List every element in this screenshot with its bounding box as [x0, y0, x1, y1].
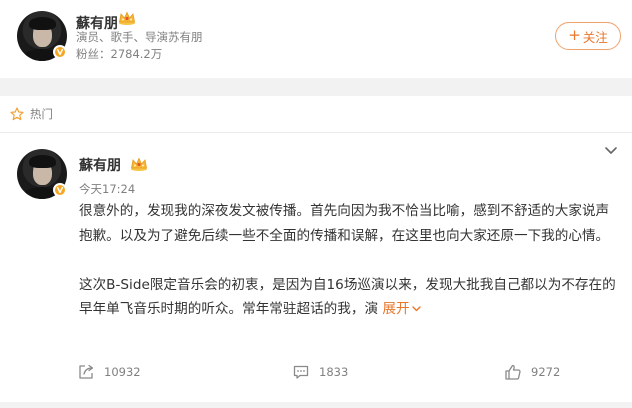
verified-badge-icon	[53, 183, 67, 197]
comment-count: 1833	[319, 365, 349, 379]
expand-link-label: 展开	[382, 301, 410, 317]
vip-crown-icon	[119, 11, 135, 25]
chevron-down-icon	[411, 306, 421, 312]
verified-badge-icon	[53, 45, 67, 59]
like-button[interactable]: 9272	[504, 363, 560, 381]
post-content: 很意外的，发现我的深夜发文被传播。首先向因为我不恰当比喻，感到不舒适的大家说声抱…	[79, 199, 619, 322]
follow-button-label: 关注	[582, 29, 608, 45]
thumb-up-icon	[505, 364, 521, 380]
vip-crown-icon	[131, 157, 147, 171]
share-icon	[79, 364, 94, 379]
like-count: 9272	[531, 365, 561, 379]
hot-tag: 热门	[10, 106, 53, 122]
post-paragraph: 很意外的，发现我的深夜发文被传播。首先向因为我不恰当比喻，感到不舒适的大家说声抱…	[79, 203, 610, 244]
comment-icon	[293, 365, 309, 379]
profile-fans-count: 粉丝：2784.2万	[76, 47, 163, 61]
section-divider	[0, 132, 632, 133]
post-card: 热门 蘇有朋 今天17:24 很意外的，发现我的深夜发文被传播。首先向因为我不恰…	[0, 96, 632, 402]
post-timestamp[interactable]: 今天17:24	[79, 181, 135, 197]
post-action-bar: 10932 1833 9272	[0, 357, 632, 389]
profile-description: 演员、歌手、导演苏有朋	[76, 30, 203, 44]
hot-label: 热门	[30, 107, 53, 121]
post-author-name[interactable]: 蘇有朋	[79, 155, 121, 175]
comment-button[interactable]: 1833	[292, 363, 348, 381]
share-button[interactable]: 10932	[77, 363, 141, 381]
expand-link[interactable]: 展开	[382, 301, 421, 317]
post-paragraph-text: 这次B-Side限定音乐会的初衷，是因为自16场巡演以来，发现大批我自己都以为不…	[79, 276, 616, 318]
share-count: 10932	[104, 365, 141, 379]
profile-card: 蘇有朋 演员、歌手、导演苏有朋 粉丝：2784.2万 + 关注	[0, 0, 632, 78]
star-hot-icon	[10, 107, 24, 121]
follow-button[interactable]: + 关注	[555, 22, 621, 50]
chevron-down-icon[interactable]	[603, 142, 619, 158]
post-paragraph: 这次B-Side限定音乐会的初衷，是因为自16场巡演以来，发现大批我自己都以为不…	[79, 273, 619, 322]
plus-icon: +	[568, 26, 581, 44]
